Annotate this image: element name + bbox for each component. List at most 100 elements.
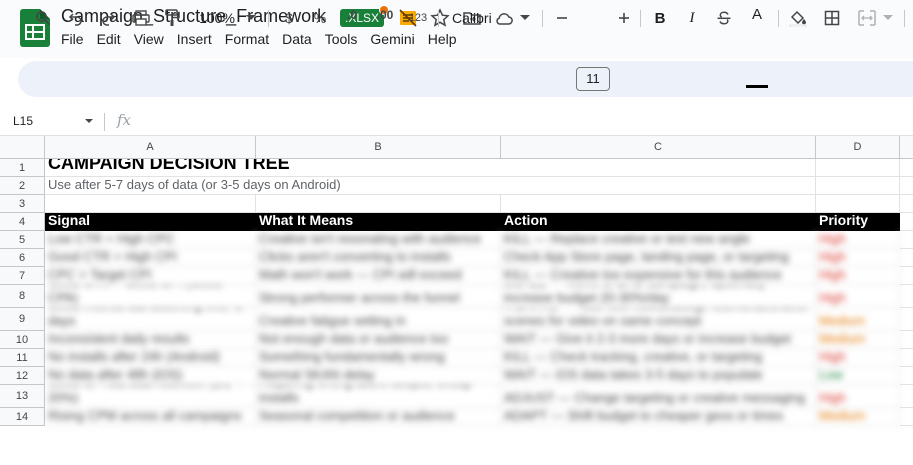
data-cell-meaning[interactable]: Something fundamentally wrong — [256, 349, 501, 367]
column-header-d[interactable]: D — [816, 136, 900, 159]
menu-help[interactable]: Help — [428, 31, 457, 47]
empty-cell[interactable] — [900, 308, 913, 331]
font-family-select[interactable]: Calibri — [452, 6, 508, 30]
row-header-11[interactable]: 11 — [0, 349, 45, 367]
header-cell-priority[interactable]: Priority — [816, 213, 900, 231]
data-cell-meaning[interactable]: Acquiring wrong users despite cheap inst… — [256, 385, 501, 408]
data-cell-meaning[interactable]: Seasonal competition or audience — [256, 408, 501, 426]
empty-cell[interactable] — [900, 231, 913, 249]
row-header-4[interactable]: 4 — [0, 213, 45, 231]
empty-cell[interactable] — [900, 385, 913, 408]
data-cell-priority[interactable]: Medium — [816, 308, 900, 331]
column-header-b[interactable]: B — [256, 136, 501, 159]
empty-cell[interactable] — [501, 195, 816, 213]
row-header-1[interactable]: 1 — [0, 159, 45, 177]
empty-cell[interactable] — [501, 177, 816, 195]
menu-insert[interactable]: Insert — [177, 31, 212, 47]
empty-cell[interactable] — [900, 267, 913, 285]
row-header-6[interactable]: 6 — [0, 249, 45, 267]
empty-cell[interactable] — [900, 349, 913, 367]
data-cell-action[interactable]: SCALE — Move to BAU campaign, optionally… — [501, 285, 816, 308]
print-icon[interactable] — [130, 6, 152, 30]
data-cell-priority[interactable]: High — [816, 349, 900, 367]
data-cell-action[interactable]: WAIT — iOS data takes 3-5 days to popula… — [501, 367, 816, 385]
data-cell-meaning[interactable]: Math won't work — CPI will exceed — [256, 267, 501, 285]
empty-cell[interactable] — [900, 408, 913, 426]
row-header-10[interactable]: 10 — [0, 331, 45, 349]
data-cell-signal[interactable]: Inconsistent daily results — [45, 331, 256, 349]
name-box[interactable]: L15 — [13, 114, 33, 128]
empty-cell[interactable] — [816, 159, 900, 177]
name-box-dropdown-icon[interactable] — [85, 119, 93, 124]
merge-dropdown-icon[interactable] — [882, 6, 894, 30]
data-cell-signal[interactable]: No installs after 24h (Android) — [45, 349, 256, 367]
data-cell-signal[interactable]: Good CTR + Good CPI (Good CPA) — [45, 285, 256, 308]
merge-cells-icon[interactable] — [856, 6, 878, 30]
search-menus-icon[interactable] — [33, 6, 53, 30]
empty-cell[interactable] — [900, 159, 913, 177]
empty-cell[interactable] — [900, 367, 913, 385]
empty-cell[interactable] — [501, 159, 816, 177]
empty-cell[interactable] — [900, 249, 913, 267]
star-icon[interactable] — [430, 8, 450, 28]
data-cell-action[interactable]: ADAPT — Shift budget to cheaper geos or … — [501, 408, 816, 426]
column-header-c[interactable]: C — [501, 136, 816, 159]
row-header-14[interactable]: 14 — [0, 408, 45, 426]
data-cell-signal[interactable]: Rising CPM across all campaigns — [45, 408, 256, 426]
data-cell-meaning[interactable]: Strong performer across the funnel — [256, 285, 501, 308]
percent-format-button[interactable]: % — [311, 6, 329, 30]
row-header-9[interactable]: 9 — [0, 308, 45, 331]
empty-cell[interactable] — [900, 331, 913, 349]
empty-cell[interactable] — [900, 213, 913, 231]
data-cell-action[interactable]: ITERATE — Test new hooks/design elements… — [501, 308, 816, 331]
data-cell-meaning[interactable]: Normal SKAN delay — [256, 367, 501, 385]
column-header-e[interactable] — [900, 136, 913, 159]
data-cell-priority[interactable]: High — [816, 285, 900, 308]
header-cell-signal[interactable]: Signal — [45, 213, 256, 231]
menu-tools[interactable]: Tools — [325, 31, 358, 47]
row-header-8[interactable]: 8 — [0, 285, 45, 308]
increase-decimal-button[interactable]: .00 — [372, 6, 398, 32]
font-size-input[interactable]: 11 — [576, 67, 610, 91]
empty-cell[interactable] — [900, 177, 913, 195]
decrease-decimal-button[interactable]: .0 — [340, 6, 364, 32]
data-cell-signal[interactable]: CPC > Target CPI — [45, 267, 256, 285]
data-cell-meaning[interactable]: Creative fatigue setting in — [256, 308, 501, 331]
data-cell-priority[interactable]: High — [816, 267, 900, 285]
fill-color-icon[interactable] — [788, 6, 808, 30]
data-cell-action[interactable]: ADJUST — Change targeting or creative me… — [501, 385, 816, 408]
menu-view[interactable]: View — [134, 31, 164, 47]
sheet-subtitle[interactable]: Use after 5-7 days of data (or 3-5 days … — [45, 177, 501, 195]
increase-font-size-icon[interactable] — [616, 6, 632, 30]
data-cell-priority[interactable]: Medium — [816, 331, 900, 349]
menu-file[interactable]: File — [61, 31, 84, 47]
data-cell-meaning[interactable]: Clicks aren't converting to installs — [256, 249, 501, 267]
empty-cell[interactable] — [900, 285, 913, 308]
undo-icon[interactable] — [66, 6, 86, 30]
data-cell-signal[interactable]: Low CTR + High CPC — [45, 231, 256, 249]
empty-cell[interactable] — [816, 177, 900, 195]
data-cell-priority[interactable]: High — [816, 249, 900, 267]
data-cell-signal[interactable]: No data after 48h (iOS) — [45, 367, 256, 385]
currency-format-button[interactable]: $ — [280, 6, 298, 30]
menu-edit[interactable]: Edit — [97, 31, 121, 47]
row-header-12[interactable]: 12 — [0, 367, 45, 385]
data-cell-action[interactable]: KILL — Check tracking, creative, or targ… — [501, 349, 816, 367]
data-cell-signal[interactable]: Good CPI but bad retention (D1 < 20%) — [45, 385, 256, 408]
data-cell-action[interactable]: WAIT — Give it 2-3 more days or increase… — [501, 331, 816, 349]
header-cell-action[interactable]: Action — [501, 213, 816, 231]
data-cell-action[interactable]: Check App Store page, landing page, or t… — [501, 249, 816, 267]
zoom-dropdown-icon[interactable] — [244, 6, 258, 30]
data-cell-signal[interactable]: Good CTR + High CPI — [45, 249, 256, 267]
row-header-7[interactable]: 7 — [0, 267, 45, 285]
data-cell-action[interactable]: KILL — Replace creative or test new angl… — [501, 231, 816, 249]
data-cell-priority[interactable]: High — [816, 385, 900, 408]
more-formats-button[interactable]: 123 — [406, 6, 430, 30]
data-cell-priority[interactable]: Medium — [816, 408, 900, 426]
zoom-select[interactable]: 100% — [194, 6, 240, 30]
data-cell-priority[interactable]: Low — [816, 367, 900, 385]
empty-cell[interactable] — [45, 195, 256, 213]
menu-data[interactable]: Data — [282, 31, 312, 47]
menu-format[interactable]: Format — [225, 31, 269, 47]
empty-cell[interactable] — [816, 195, 900, 213]
